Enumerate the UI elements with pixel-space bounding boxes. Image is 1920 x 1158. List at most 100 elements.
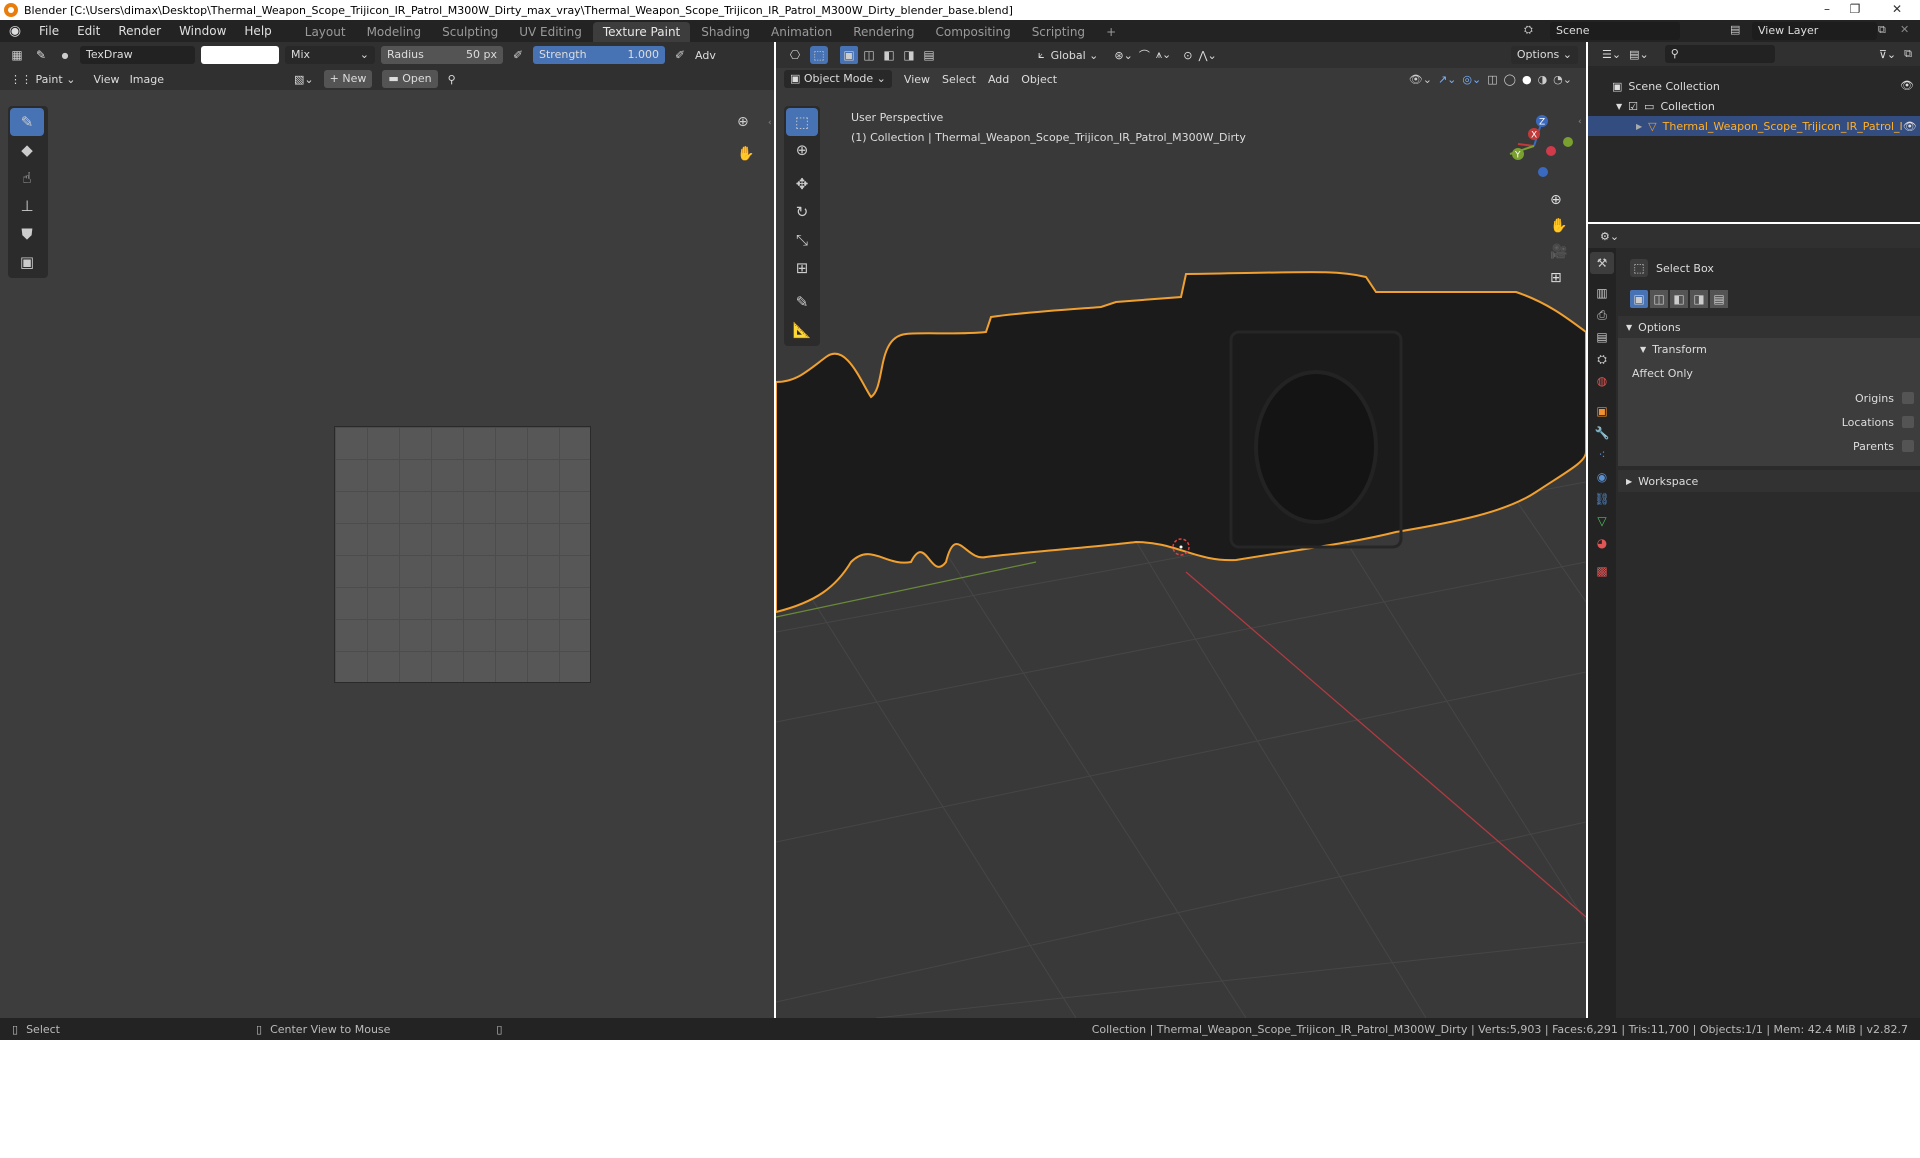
material-tab-icon[interactable]: ◕ — [1590, 532, 1614, 554]
checkbox-icon[interactable]: ☑ — [1628, 100, 1638, 113]
annotate-tool-icon[interactable]: ✎ — [786, 288, 818, 316]
origins-checkbox[interactable] — [1902, 392, 1914, 404]
brush-name-field[interactable]: TexDraw — [80, 46, 195, 64]
scale-tool-icon[interactable]: ⤡ — [786, 226, 818, 254]
origins-row[interactable]: Origins — [1618, 386, 1920, 410]
transform-tool-icon[interactable]: ⊞ — [786, 254, 818, 282]
radius-field[interactable]: Radius 50 px — [381, 46, 503, 64]
menu-render[interactable]: Render — [109, 24, 170, 38]
brush-color-swatch[interactable] — [201, 46, 279, 64]
move-tool-icon[interactable]: ✥ — [786, 170, 818, 198]
tab-texture-paint[interactable]: Texture Paint — [592, 22, 691, 42]
editor-type-icon[interactable]: ☰⌄ — [1602, 48, 1621, 61]
texture-tab-icon[interactable]: ▩ — [1590, 560, 1614, 582]
intersect-selection-icon[interactable]: ▤ — [1710, 290, 1728, 308]
minimize-button[interactable]: – — [1814, 1, 1840, 17]
blend-mode-select[interactable]: Mix ⌄ — [285, 46, 375, 64]
output-tab-icon[interactable]: ⎙ — [1590, 304, 1614, 326]
new-collection-icon[interactable]: ⧉ — [1904, 47, 1912, 61]
pan-hand-icon[interactable]: ✋ — [737, 146, 754, 162]
tab-compositing[interactable]: Compositing — [925, 22, 1020, 42]
gizmo-neg-y[interactable] — [1563, 137, 1573, 147]
menu-file[interactable]: File — [30, 24, 68, 38]
menu-image[interactable]: Image — [130, 73, 164, 86]
menu-window[interactable]: Window — [170, 24, 235, 38]
advanced-menu[interactable]: Adv — [695, 49, 716, 62]
physics-tab-icon[interactable]: ◉ — [1590, 466, 1614, 488]
gizmo-neg-z[interactable] — [1538, 167, 1548, 177]
clone-tool-icon[interactable]: ⊥ — [10, 192, 44, 220]
paint-mode-select[interactable]: ⋮⋮ Paint ⌄ — [10, 73, 75, 86]
tab-rendering[interactable]: Rendering — [843, 22, 924, 42]
scope-model[interactable] — [776, 271, 1586, 614]
parents-checkbox[interactable] — [1902, 440, 1914, 452]
expand-arrow-icon[interactable]: ▶ — [1636, 122, 1642, 131]
outliner-item-collection[interactable]: ▼ ☑ ▭ Collection — [1588, 96, 1920, 116]
world-tab-icon[interactable]: ◍ — [1590, 370, 1614, 392]
outliner-search-input[interactable]: ⚲ — [1664, 45, 1775, 63]
open-image-button[interactable]: ▬ Open — [382, 70, 438, 88]
sidebar-toggle-icon[interactable]: ‹ — [768, 118, 772, 128]
tab-layout[interactable]: Layout — [295, 22, 356, 42]
measure-tool-icon[interactable]: 📐 — [786, 316, 818, 344]
tool-tab-icon[interactable]: ⚒ — [1590, 252, 1614, 274]
new-image-button[interactable]: + New — [323, 70, 373, 88]
particles-tab-icon[interactable]: ⁖ — [1590, 444, 1614, 466]
modifier-tab-icon[interactable]: 🔧 — [1590, 422, 1614, 444]
scene-tab-icon[interactable]: ⛭ — [1590, 348, 1614, 370]
draw-tool-icon[interactable]: ✎ — [10, 108, 44, 136]
editor-type-icon[interactable]: ⚙⌄ — [1600, 230, 1619, 243]
view-layer-icon[interactable]: ▤ — [1730, 23, 1740, 36]
eye-icon[interactable]: 👁 — [1903, 120, 1917, 133]
tab-modeling[interactable]: Modeling — [357, 22, 432, 42]
strength-field[interactable]: Strength 1.000 — [533, 46, 665, 64]
view-layer-field[interactable]: View Layer — [1752, 22, 1877, 40]
blender-menu-icon[interactable]: ◉ — [0, 23, 30, 39]
subtract-selection-icon[interactable]: ◧ — [1670, 290, 1688, 308]
tab-sculpting[interactable]: Sculpting — [432, 22, 508, 42]
render-tab-icon[interactable]: ▥ — [1590, 282, 1614, 304]
object-tab-icon[interactable]: ▣ — [1590, 400, 1614, 422]
remove-view-layer-icon[interactable]: ✕ — [1900, 23, 1909, 36]
menu-edit[interactable]: Edit — [68, 24, 109, 38]
fill-tool-icon[interactable]: ⛊ — [10, 220, 44, 248]
rotate-tool-icon[interactable]: ↻ — [786, 198, 818, 226]
extend-selection-icon[interactable]: ◫ — [1650, 290, 1668, 308]
gizmo-neg-x[interactable] — [1546, 146, 1556, 156]
tab-animation[interactable]: Animation — [761, 22, 842, 42]
brush-icon[interactable]: ✎ — [32, 46, 50, 64]
pin-icon[interactable]: ⚲ — [448, 73, 456, 86]
perspective-toggle-icon[interactable]: ⊞ — [1550, 270, 1567, 286]
data-tab-icon[interactable]: ▽ — [1590, 510, 1614, 532]
view-layer-tab-icon[interactable]: ▤ — [1590, 326, 1614, 348]
scene-field[interactable]: Scene — [1550, 22, 1680, 40]
constraints-tab-icon[interactable]: ⛓ — [1590, 488, 1614, 510]
menu-view[interactable]: View — [93, 73, 119, 86]
soften-tool-icon[interactable]: ◆ — [10, 136, 44, 164]
outliner-item-object[interactable]: ▶ ▽ Thermal_Weapon_Scope_Trijicon_IR_Pat… — [1588, 116, 1920, 136]
parents-row[interactable]: Parents — [1618, 434, 1920, 458]
tab-scripting[interactable]: Scripting — [1022, 22, 1095, 42]
zoom-icon[interactable]: ⊕ — [1550, 192, 1567, 208]
set-selection-icon[interactable]: ▣ — [1630, 290, 1648, 308]
scene-icon[interactable]: ⛭ — [1524, 23, 1533, 37]
editor-type-icon[interactable]: ▦ — [8, 46, 26, 64]
strength-pressure-icon[interactable]: ✐ — [671, 46, 689, 64]
display-mode-icon[interactable]: ▤⌄ — [1629, 48, 1649, 61]
pan-hand-icon[interactable]: ✋ — [1550, 218, 1567, 234]
options-panel-header[interactable]: ▼ Options — [1618, 316, 1920, 338]
camera-icon[interactable]: 🎥 — [1550, 244, 1567, 260]
mask-tool-icon[interactable]: ▣ — [10, 248, 44, 276]
cursor-tool-icon[interactable]: ⊕ — [786, 136, 818, 164]
menu-help[interactable]: Help — [235, 24, 280, 38]
expand-arrow-icon[interactable]: ▼ — [1616, 102, 1622, 111]
outliner-item-scene-collection[interactable]: ▣ Scene Collection — [1588, 76, 1920, 96]
sidebar-toggle-icon[interactable]: ‹ — [1578, 117, 1582, 127]
locations-checkbox[interactable] — [1902, 416, 1914, 428]
close-button[interactable]: ✕ — [1884, 1, 1910, 17]
workspace-panel-header[interactable]: ▶ Workspace — [1618, 470, 1920, 492]
select-box-tool-icon[interactable]: ⬚ — [786, 108, 818, 136]
smear-tool-icon[interactable]: ☝ — [10, 164, 44, 192]
transform-subpanel-header[interactable]: ▼ Transform — [1618, 338, 1920, 360]
invert-selection-icon[interactable]: ◨ — [1690, 290, 1708, 308]
